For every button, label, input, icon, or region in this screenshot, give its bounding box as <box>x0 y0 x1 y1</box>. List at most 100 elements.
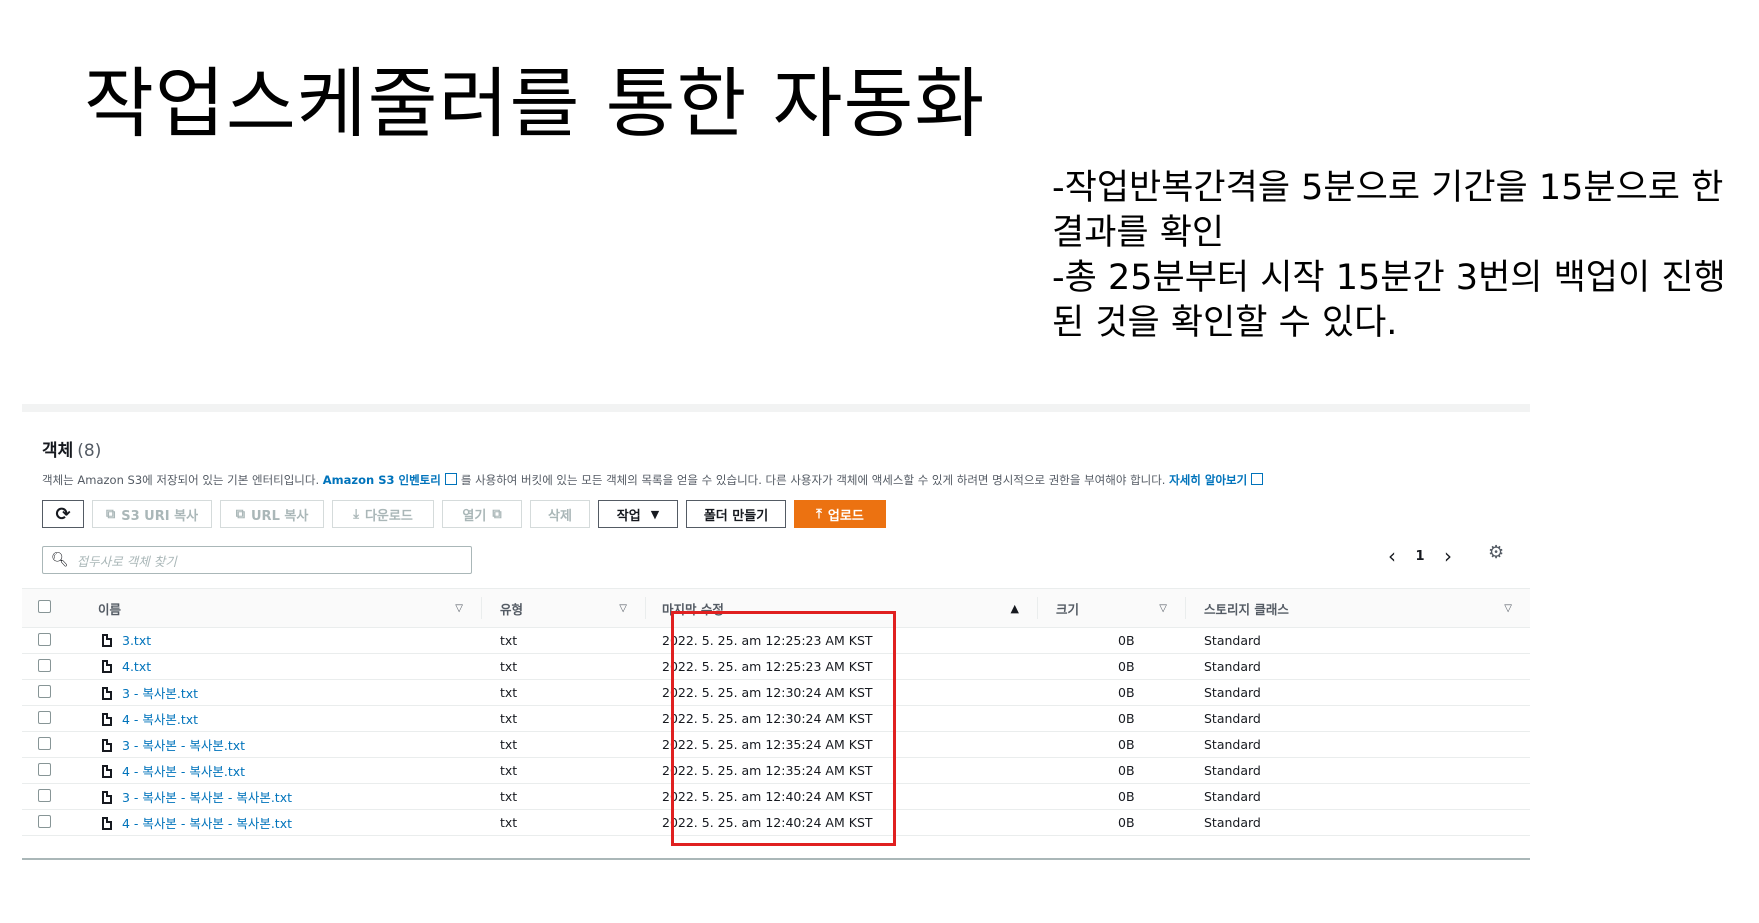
open-button[interactable]: 열기 ⧉ <box>442 500 522 528</box>
row-select <box>22 757 98 784</box>
refresh-icon: ⟳ <box>55 503 71 525</box>
size-cell: 0B <box>1038 731 1186 758</box>
refresh-button[interactable]: ⟳ <box>42 500 84 528</box>
sort-icon: ▽ <box>1159 602 1167 614</box>
storage-class-cell: Standard <box>1186 731 1530 758</box>
row-checkbox[interactable] <box>38 658 51 672</box>
note-line: -작업반복간격을 5분으로 기간을 15분으로 한 <box>1052 168 1724 208</box>
type-cell: txt <box>482 757 646 784</box>
highlight-box <box>671 611 896 846</box>
search-icon: 🔍︎ <box>51 552 69 568</box>
learn-more-link[interactable]: 자세히 알아보기 <box>1169 473 1247 487</box>
size-cell: 0B <box>1038 705 1186 732</box>
inventory-link[interactable]: Amazon S3 인벤토리 <box>323 473 441 487</box>
download-button[interactable]: ⤓ 다운로드 <box>332 500 434 528</box>
column-storage-class[interactable]: 스토리지 클래스 ▽ <box>1186 588 1530 628</box>
external-link-icon: ⧉ <box>492 506 502 522</box>
file-name-link[interactable]: 3.txt <box>122 633 151 648</box>
file-icon <box>102 791 112 804</box>
file-name-link[interactable]: 4.txt <box>122 659 151 674</box>
file-name-link[interactable]: 3 - 복사본.txt <box>122 686 198 701</box>
type-cell: txt <box>482 653 646 680</box>
select-all-checkbox[interactable] <box>38 600 51 613</box>
external-link-icon <box>1251 473 1264 485</box>
caret-down-icon: ▼ <box>650 507 660 521</box>
row-checkbox[interactable] <box>38 814 51 828</box>
page-number[interactable]: 1 <box>1406 549 1434 564</box>
search-placeholder: 접두사로 객체 찾기 <box>76 553 177 569</box>
delete-button[interactable]: 삭제 <box>530 500 590 528</box>
slide-title: 작업스케줄러를 통한 자동화 <box>84 59 986 148</box>
column-type[interactable]: 유형 ▽ <box>482 588 646 628</box>
storage-class-cell: Standard <box>1186 783 1530 810</box>
name-cell: 4.txt <box>98 653 482 680</box>
file-name-link[interactable]: 4 - 복사본 - 복사본.txt <box>122 764 245 779</box>
copy-s3-uri-button[interactable]: ⧉ S3 URI 복사 <box>92 500 212 528</box>
type-cell: txt <box>482 783 646 810</box>
row-checkbox[interactable] <box>38 710 51 724</box>
file-icon <box>102 765 112 778</box>
upload-icon: ⤒ <box>816 506 822 522</box>
type-cell: txt <box>482 627 646 654</box>
download-icon: ⤓ <box>353 506 359 522</box>
row-checkbox[interactable] <box>38 736 51 750</box>
objects-count: (8) <box>77 441 102 461</box>
row-select <box>22 731 98 758</box>
row-checkbox[interactable] <box>38 632 51 646</box>
chevron-right-icon[interactable]: › <box>1434 544 1462 568</box>
external-link-icon <box>444 473 457 485</box>
copy-icon: ⧉ <box>105 506 116 522</box>
storage-class-cell: Standard <box>1186 705 1530 732</box>
size-cell: 0B <box>1038 757 1186 784</box>
storage-class-cell: Standard <box>1186 627 1530 654</box>
row-select <box>22 627 98 654</box>
file-icon <box>102 687 112 700</box>
column-name[interactable]: 이름 ▽ <box>98 588 482 628</box>
type-cell: txt <box>482 731 646 758</box>
name-cell: 3 - 복사본 - 복사본 - 복사본.txt <box>98 783 482 810</box>
name-cell: 3 - 복사본 - 복사본.txt <box>98 731 482 758</box>
slide-notes: -작업반복간격을 5분으로 기간을 15분으로 한 결과를 확인 -총 25분부… <box>1052 166 1742 346</box>
description-text: 를 사용하여 버킷에 있는 모든 객체의 목록을 얻을 수 있습니다. 다른 사… <box>460 473 1166 487</box>
actions-dropdown[interactable]: 작업 ▼ <box>598 500 678 528</box>
type-cell: txt <box>482 809 646 836</box>
note-line: 결과를 확인 <box>1052 213 1225 253</box>
gear-icon[interactable]: ⚙ <box>1488 542 1504 563</box>
column-size[interactable]: 크기 ▽ <box>1038 588 1186 628</box>
name-cell: 3 - 복사본.txt <box>98 679 482 706</box>
file-icon <box>102 634 112 647</box>
type-cell: txt <box>482 705 646 732</box>
pagination: ‹ 1 › <box>1378 544 1462 568</box>
storage-class-cell: Standard <box>1186 809 1530 836</box>
size-cell: 0B <box>1038 653 1186 680</box>
objects-description: 객체는 Amazon S3에 저장되어 있는 기본 엔터티입니다. Amazon… <box>42 472 1267 488</box>
row-checkbox[interactable] <box>38 762 51 776</box>
sort-icon: ▽ <box>455 602 463 614</box>
note-line: -총 25분부터 시작 15분간 3번의 백업이 진행 <box>1052 258 1726 298</box>
file-name-link[interactable]: 4 - 복사본.txt <box>122 712 198 727</box>
chevron-left-icon[interactable]: ‹ <box>1378 544 1406 568</box>
sort-icon: ▽ <box>1504 602 1512 614</box>
size-cell: 0B <box>1038 809 1186 836</box>
storage-class-cell: Standard <box>1186 757 1530 784</box>
panel-bottom-border <box>22 858 1530 860</box>
select-all-header <box>22 588 98 628</box>
create-folder-button[interactable]: 폴더 만들기 <box>686 500 786 528</box>
upload-button[interactable]: ⤒ 업로드 <box>794 500 886 528</box>
size-cell: 0B <box>1038 783 1186 810</box>
row-checkbox[interactable] <box>38 788 51 802</box>
type-cell: txt <box>482 679 646 706</box>
objects-title: 객체 <box>42 441 74 461</box>
storage-class-cell: Standard <box>1186 679 1530 706</box>
file-name-link[interactable]: 3 - 복사본 - 복사본 - 복사본.txt <box>122 790 292 805</box>
description-text: 객체는 Amazon S3에 저장되어 있는 기본 엔터티입니다. <box>42 473 320 487</box>
copy-url-button[interactable]: ⧉ URL 복사 <box>220 500 324 528</box>
file-icon <box>102 713 112 726</box>
size-cell: 0B <box>1038 627 1186 654</box>
objects-header: 객체 (8) <box>42 436 101 461</box>
file-name-link[interactable]: 4 - 복사본 - 복사본 - 복사본.txt <box>122 816 292 831</box>
file-name-link[interactable]: 3 - 복사본 - 복사본.txt <box>122 738 245 753</box>
file-icon <box>102 739 112 752</box>
search-input[interactable]: 🔍︎ 접두사로 객체 찾기 <box>42 546 472 574</box>
row-checkbox[interactable] <box>38 684 51 698</box>
